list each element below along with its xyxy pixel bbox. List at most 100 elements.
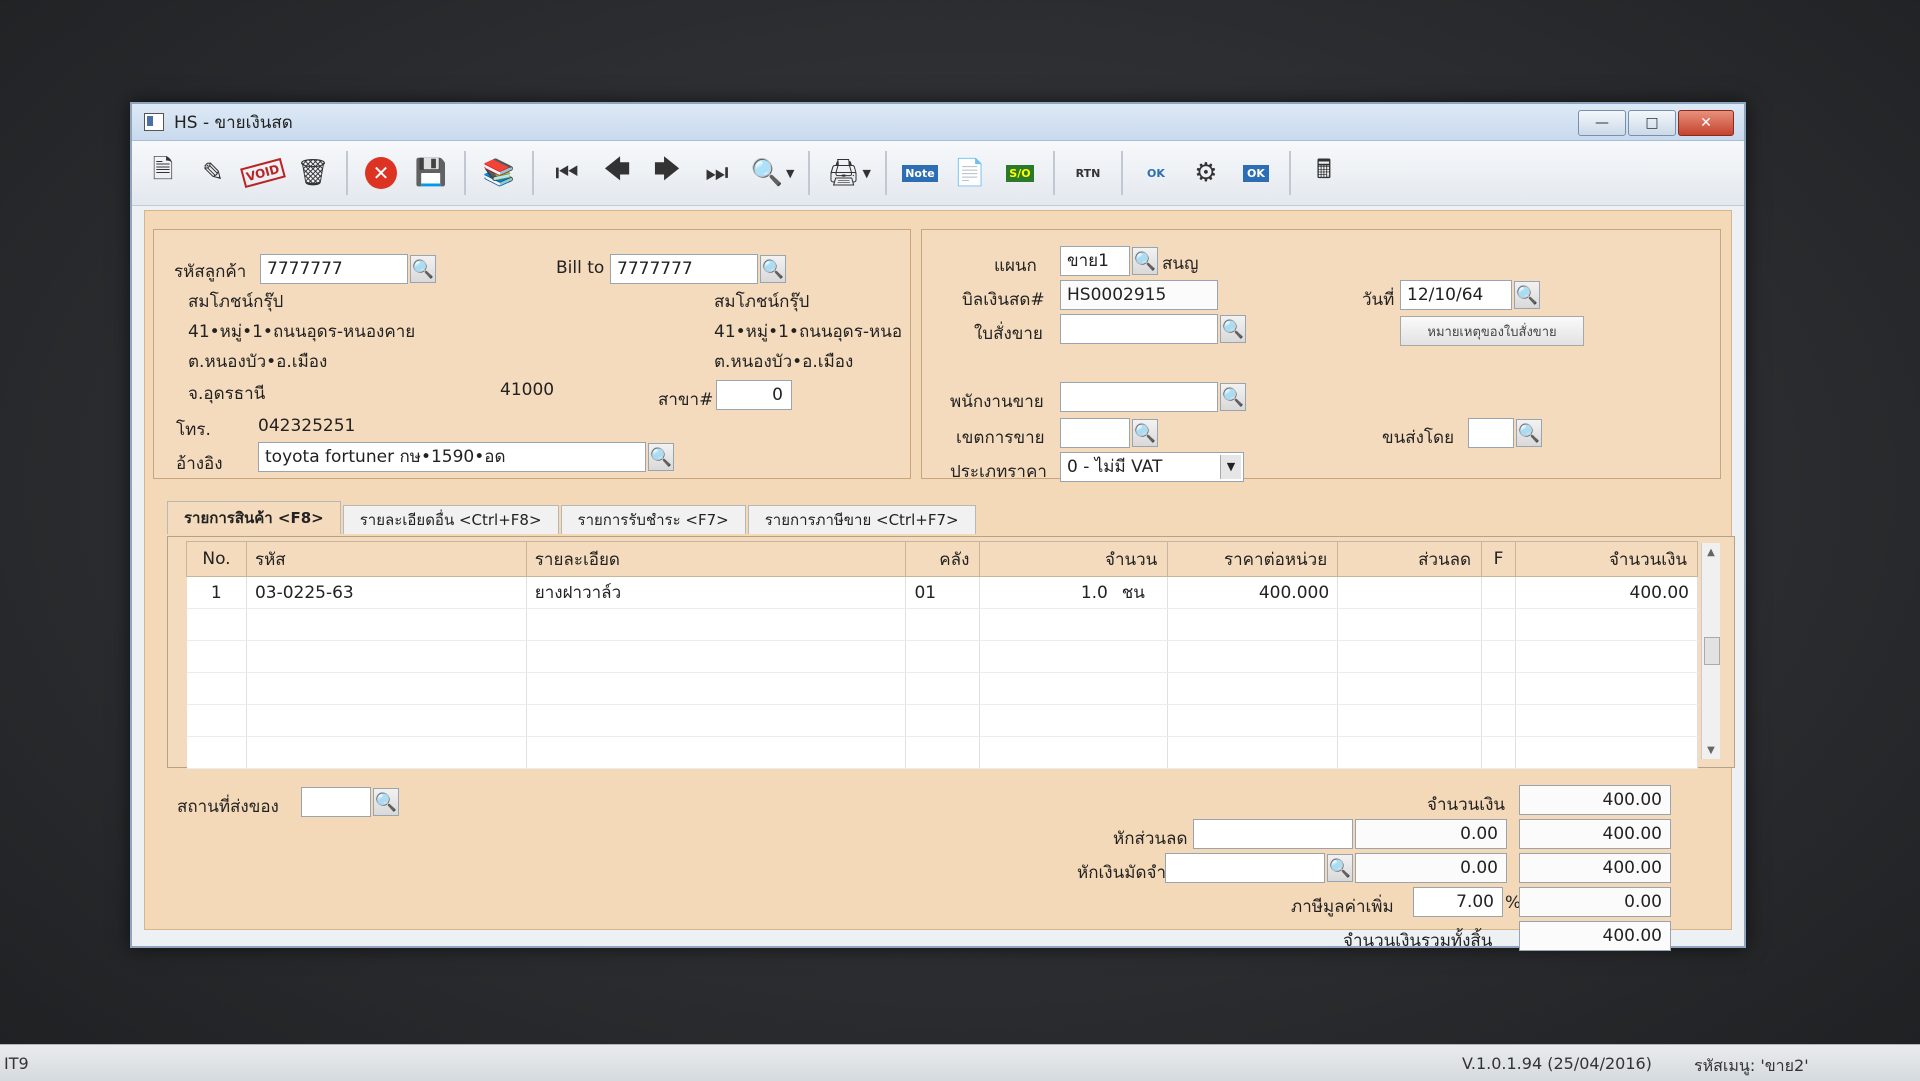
cell-description[interactable]: ยางฝาวาล์ว (526, 576, 907, 609)
date-field[interactable]: 12/10/64 (1400, 280, 1512, 310)
cell-f[interactable] (1481, 576, 1517, 609)
col-header-discount[interactable]: ส่วนลด (1337, 541, 1483, 577)
scrollbar-thumb[interactable] (1704, 637, 1720, 665)
chevron-down-icon[interactable]: ▼ (1220, 455, 1241, 479)
cell-unit-price[interactable]: 400.000 (1167, 576, 1339, 609)
scroll-up-icon[interactable]: ▲ (1702, 543, 1720, 561)
note-icon[interactable]: Note (897, 150, 943, 196)
department-field[interactable]: ขาย1 (1060, 246, 1130, 276)
date-picker-icon[interactable]: 🔍 (1514, 281, 1540, 309)
col-header-code[interactable]: รหัส (245, 541, 527, 577)
status-version: V.1.0.1.94 (25/04/2016) (1462, 1054, 1652, 1073)
approve-stamp-icon[interactable]: OK (1133, 150, 1179, 196)
ok-document-icon[interactable]: OK (1233, 150, 1279, 196)
cancel-icon[interactable]: ✕ (358, 150, 404, 196)
price-type-value: 0 - ไม่มี VAT (1067, 457, 1163, 477)
deposit-text-field[interactable] (1165, 853, 1325, 883)
print-icon[interactable]: 🖨 (820, 150, 866, 196)
tab-other-details[interactable]: รายละเอียดอื่น <Ctrl+F8> (342, 505, 559, 534)
print-dropdown-icon[interactable]: ▼ (862, 167, 870, 180)
col-header-description[interactable]: รายละเอียด (525, 541, 907, 577)
sales-order-note-button[interactable]: หมายเหตุของใบสั่งขาย (1400, 316, 1584, 346)
scroll-down-icon[interactable]: ▼ (1702, 741, 1720, 759)
table-row[interactable]: 1 03-0225-63 ยางฝาวาล์ว 01 1.0 ชน 400.00… (186, 576, 1698, 609)
copy-document-icon[interactable]: 📚 (476, 150, 522, 196)
reference-search-icon[interactable]: 🔍 (648, 443, 674, 471)
grid-scrollbar[interactable]: ▲ ▼ (1701, 543, 1720, 759)
tab-payments[interactable]: รายการรับชำระ <F7> (560, 505, 746, 534)
bill-number-field[interactable]: HS0002915 (1060, 280, 1218, 310)
toolbar-separator (532, 151, 534, 195)
table-row[interactable] (186, 608, 1698, 641)
status-bar: IT9 V.1.0.1.94 (25/04/2016) รหัสเมนู: 'ข… (0, 1044, 1920, 1081)
next-record-icon[interactable]: 🡆 (644, 150, 690, 196)
department-search-icon[interactable]: 🔍 (1132, 247, 1158, 275)
ship-by-field[interactable] (1468, 418, 1514, 448)
delivery-place-field[interactable] (301, 787, 371, 817)
bill-to-field[interactable]: 7777777 (610, 254, 758, 284)
col-header-amount[interactable]: จำนวนเงิน (1515, 541, 1698, 577)
grand-total-label: จำนวนเงินรวมทั้งสิ้น (1343, 931, 1493, 951)
col-header-unit-price[interactable]: ราคาต่อหน่วย (1167, 541, 1339, 577)
sales-zone-search-icon[interactable]: 🔍 (1132, 419, 1158, 447)
return-icon[interactable]: RTN (1065, 150, 1111, 196)
cell-code[interactable]: 03-0225-63 (246, 576, 527, 609)
tab-items[interactable]: รายการสินค้า <F8> (167, 501, 341, 534)
last-record-icon[interactable]: ⏭ (694, 150, 740, 196)
col-header-warehouse[interactable]: คลัง (905, 541, 981, 577)
customer-address-line1: 41•หมู่•1•ถนนอุดร-หนองคาย (188, 322, 416, 342)
table-row[interactable] (186, 640, 1698, 673)
find-document-icon[interactable]: 🔍 (744, 150, 790, 196)
deposit-value-field: 0.00 (1355, 853, 1507, 883)
void-document-icon[interactable]: VOID (240, 150, 286, 196)
close-window-button[interactable]: ✕ (1678, 110, 1734, 136)
amount-label: จำนวนเงิน (1427, 795, 1506, 815)
sales-order-search-icon[interactable]: 🔍 (1220, 315, 1246, 343)
deposit-label: หักเงินมัดจำ (1077, 863, 1166, 883)
table-row[interactable] (186, 672, 1698, 705)
col-header-no[interactable]: No. (186, 541, 247, 577)
cell-discount[interactable] (1337, 576, 1483, 609)
reference-field[interactable]: toyota fortuner กษ•1590•อด (258, 442, 646, 472)
col-header-f[interactable]: F (1481, 541, 1517, 577)
table-row[interactable] (186, 704, 1698, 737)
col-header-quantity[interactable]: จำนวน (979, 541, 1169, 577)
discount-label: หักส่วนลด (1113, 829, 1188, 849)
customer-code-field[interactable]: 7777777 (260, 254, 408, 284)
vat-rate-field[interactable]: 7.00 (1413, 887, 1503, 917)
so-chart-icon[interactable]: S/O (997, 150, 1043, 196)
bill-to-search-icon[interactable]: 🔍 (760, 255, 786, 283)
salesman-field[interactable] (1060, 382, 1218, 412)
edit-document-icon[interactable]: ✎ (190, 150, 236, 196)
delivery-search-icon[interactable]: 🔍 (373, 788, 399, 816)
first-record-icon[interactable]: ⏮ (544, 150, 590, 196)
calculator-icon[interactable]: 🖩 (1301, 150, 1347, 196)
discount-text-field[interactable] (1193, 819, 1353, 849)
cell-warehouse[interactable]: 01 (905, 576, 981, 609)
new-document-icon[interactable]: 🗎 (140, 150, 186, 196)
previous-record-icon[interactable]: 🡄 (594, 150, 640, 196)
sales-zone-field[interactable] (1060, 418, 1130, 448)
ship-by-search-icon[interactable]: 🔍 (1516, 419, 1542, 447)
deposit-search-icon[interactable]: 🔍 (1327, 854, 1353, 882)
minimize-button[interactable]: — (1578, 110, 1626, 136)
salesman-search-icon[interactable]: 🔍 (1220, 383, 1246, 411)
amount-field: 400.00 (1519, 785, 1671, 815)
tab-sales-tax[interactable]: รายการภาษีขาย <Ctrl+F7> (747, 505, 976, 534)
toolbar-separator (1052, 151, 1055, 195)
items-grid-area: No. รหัส รายละเอียด คลัง จำนวน ราคาต่อหน… (167, 536, 1735, 769)
maximize-button[interactable]: □ (1628, 110, 1676, 136)
table-row[interactable] (186, 736, 1698, 769)
price-type-select[interactable]: 0 - ไม่มี VAT ▼ (1060, 452, 1244, 482)
tools-icon[interactable]: ⚙ (1183, 150, 1229, 196)
branch-field[interactable]: 0 (716, 380, 792, 410)
customer-search-icon[interactable]: 🔍 (410, 255, 436, 283)
sales-order-field[interactable] (1060, 314, 1218, 344)
form-icon[interactable]: 📄 (947, 150, 993, 196)
cell-quantity[interactable]: 1.0 ชน (979, 576, 1169, 609)
save-icon[interactable]: 💾 (408, 150, 454, 196)
toolbar: 🗎 ✎ VOID 🗑 ✕ 💾 📚 ⏮ 🡄 🡆 ⏭ 🔍 ▼ 🖨 ▼ Note 📄 … (132, 141, 1744, 206)
find-dropdown-icon[interactable]: ▼ (786, 167, 794, 180)
delete-trash-icon[interactable]: 🗑 (290, 150, 336, 196)
customer-code-label: รหัสลูกค้า (174, 262, 247, 282)
